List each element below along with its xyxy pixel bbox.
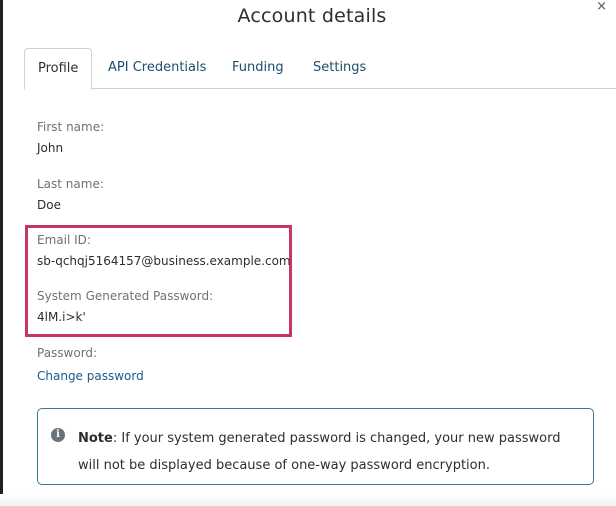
note-text: Note: If your system generated password … (78, 425, 583, 479)
dialog-title: Account details (237, 5, 387, 27)
email-id-value: sb-qchqj5164157@business.example.com (37, 254, 291, 268)
change-password-link[interactable]: Change password (37, 369, 144, 383)
system-password-value: 4lM.i>k' (37, 310, 86, 324)
first-name-label: First name: (37, 120, 105, 134)
last-name-value: Doe (37, 198, 61, 212)
note-box: i Note: If your system generated passwor… (37, 408, 594, 485)
first-name-value: John (37, 141, 64, 155)
note-bold-prefix: Note (78, 431, 113, 446)
left-edge-border (0, 0, 3, 506)
tab-bar: Profile API Credentials Funding Settings (24, 48, 616, 90)
tab-profile[interactable]: Profile (24, 48, 93, 90)
tab-funding[interactable]: Funding (232, 48, 284, 88)
email-id-label: Email ID: (37, 233, 91, 247)
info-icon: i (51, 428, 65, 442)
system-password-label: System Generated Password: (37, 289, 214, 303)
note-body: : If your system generated password is c… (78, 431, 561, 473)
last-name-label: Last name: (37, 177, 104, 191)
account-details-dialog: × Account details Profile API Credential… (0, 0, 616, 506)
tab-settings[interactable]: Settings (313, 48, 366, 88)
password-label: Password: (37, 346, 98, 360)
bottom-shadow (0, 494, 616, 506)
tab-api-credentials[interactable]: API Credentials (108, 48, 206, 88)
